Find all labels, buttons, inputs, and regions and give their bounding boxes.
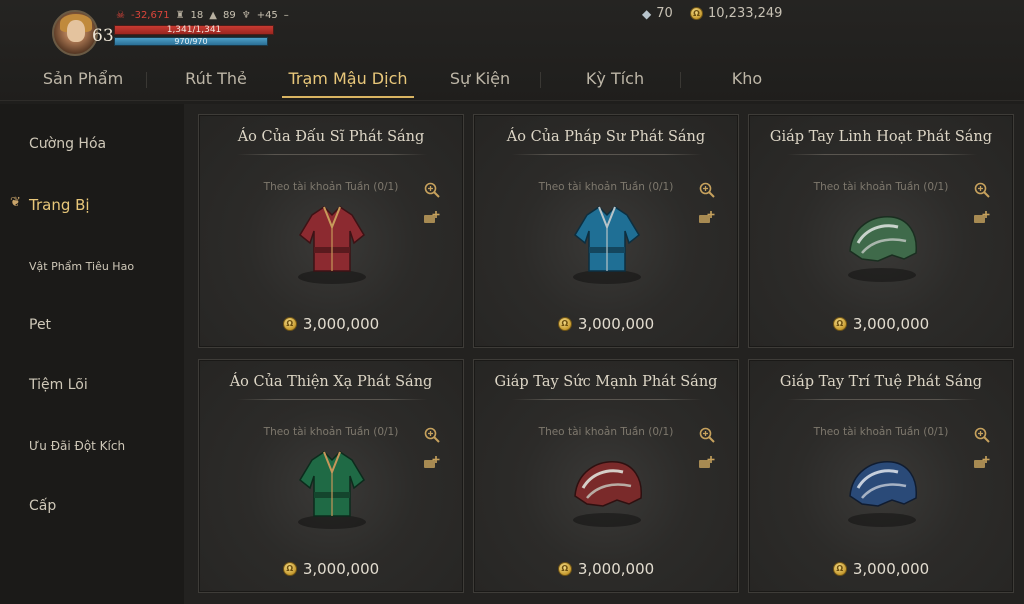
title-divider <box>787 399 977 400</box>
gold-coin-icon: Ω <box>557 317 572 331</box>
card-title: Áo Của Thiện Xạ Phát Sáng <box>229 374 433 390</box>
tab-events[interactable]: Sự Kiện <box>442 62 518 98</box>
red-gauntlet-icon <box>573 461 642 527</box>
zoom-icon[interactable] <box>698 426 716 444</box>
green-gauntlet-icon <box>848 216 917 282</box>
gold-counter: Ω 10,233,249 <box>690 6 782 21</box>
shop-card[interactable]: Áo Của Pháp Sư Phát Sáng Theo tài khoản … <box>473 114 739 348</box>
stat-b-value: 89 <box>222 9 236 21</box>
price: Ω 3,000,000 <box>474 560 738 578</box>
player-level: 63 <box>92 26 114 46</box>
card-title: Áo Của Pháp Sư Phát Sáng <box>506 129 706 145</box>
avatar-face <box>67 20 85 42</box>
player-stats: ☠ -32,671 ♜ 18 ▲ 89 ♆ +45 – <box>116 8 289 22</box>
gold-coin-icon: Ω <box>832 317 847 331</box>
card-title: Giáp Tay Sức Mạnh Phát Sáng <box>494 374 718 390</box>
tab-divider <box>680 72 681 88</box>
price: Ω 3,000,000 <box>749 560 1013 578</box>
zoom-icon[interactable] <box>423 426 441 444</box>
price: Ω 3,000,000 <box>749 315 1013 333</box>
price-value: 3,000,000 <box>302 560 380 578</box>
card-title: Áo Của Đấu Sĩ Phát Sáng <box>237 129 425 145</box>
compare-icon[interactable] <box>423 210 441 226</box>
compare-icon[interactable] <box>973 210 991 226</box>
sidebar-item-consumables[interactable]: Vật Phẩm Tiêu Hao <box>29 260 134 273</box>
tab-draw[interactable]: Rút Thẻ <box>176 62 256 98</box>
zoom-icon[interactable] <box>698 181 716 199</box>
category-sidebar: Cường Hóa ❦ Trang Bị Vật Phẩm Tiêu Hao P… <box>0 104 184 604</box>
sidebar-item-equipment[interactable]: Trang Bị <box>29 196 90 214</box>
price-value: 3,000,000 <box>577 315 655 333</box>
top-bar: 63 ☠ -32,671 ♜ 18 ▲ 89 ♆ +45 – 1,341/1,3… <box>0 0 1024 104</box>
price: Ω 3,000,000 <box>199 560 463 578</box>
tab-achievements[interactable]: Kỳ Tích <box>578 62 652 98</box>
zoom-icon[interactable] <box>973 181 991 199</box>
compare-icon[interactable] <box>973 455 991 471</box>
price: Ω 3,000,000 <box>474 315 738 333</box>
sidebar-item-enhance[interactable]: Cường Hóa <box>29 136 106 152</box>
gold-coin-icon: Ω <box>557 562 572 576</box>
sidebar-item-pet[interactable]: Pet <box>29 317 51 333</box>
shop-card[interactable]: Giáp Tay Linh Hoạt Phát Sáng Theo tài kh… <box>748 114 1014 348</box>
main-tabs: Sản Phẩm Rút Thẻ Trạm Mậu Dịch Sự Kiện K… <box>0 62 1024 98</box>
green-robe-icon <box>298 451 366 529</box>
gem-value: 70 <box>656 6 673 21</box>
mp-bar: 970/970 <box>114 37 268 46</box>
tab-divider <box>146 72 147 88</box>
power-value: -32,671 <box>130 9 170 21</box>
header-divider <box>0 100 1024 101</box>
tab-divider <box>540 72 541 88</box>
tab-storage[interactable]: Kho <box>724 62 770 98</box>
title-divider <box>237 399 427 400</box>
title-divider <box>512 154 702 155</box>
title-divider <box>237 154 427 155</box>
red-robe-icon <box>298 206 366 284</box>
hp-bar: 1,341/1,341 <box>114 25 274 35</box>
gem-icon: ◆ <box>642 6 652 21</box>
power-icon: ☠ <box>116 9 125 21</box>
shop-card[interactable]: Áo Của Thiện Xạ Phát Sáng Theo tài khoản… <box>198 359 464 593</box>
trophy-icon: ♆ <box>241 9 251 21</box>
title-divider <box>512 399 702 400</box>
gold-coin-icon: Ω <box>690 7 703 20</box>
blue-gauntlet-icon <box>848 461 917 527</box>
compare-icon[interactable] <box>423 455 441 471</box>
compare-icon[interactable] <box>698 210 716 226</box>
shop-card[interactable]: Áo Của Đấu Sĩ Phát Sáng Theo tài khoản T… <box>198 114 464 348</box>
gold-coin-icon: Ω <box>832 562 847 576</box>
sidebar-item-level[interactable]: Cấp <box>29 498 56 514</box>
sidebar-item-core-shop[interactable]: Tiệm Lõi <box>29 377 88 393</box>
tab-products[interactable]: Sản Phẩm <box>36 62 130 98</box>
gem-counter: ◆ 70 <box>642 6 673 21</box>
shop-card[interactable]: Giáp Tay Sức Mạnh Phát Sáng Theo tài kho… <box>473 359 739 593</box>
castle-icon: ♜ <box>175 9 185 21</box>
stat-c-value: +45 <box>256 9 278 21</box>
zoom-icon[interactable] <box>973 426 991 444</box>
sidebar-item-raid-offers[interactable]: Ưu Đãi Đột Kích <box>29 439 125 453</box>
price-value: 3,000,000 <box>852 560 930 578</box>
title-divider <box>787 154 977 155</box>
stat-c-dash: – <box>283 9 289 21</box>
gold-value: 10,233,249 <box>708 6 783 21</box>
active-marker-icon: ❦ <box>10 195 21 210</box>
price-value: 3,000,000 <box>577 560 655 578</box>
card-title: Giáp Tay Trí Tuệ Phát Sáng <box>779 374 983 390</box>
card-title: Giáp Tay Linh Hoạt Phát Sáng <box>769 129 993 145</box>
price-value: 3,000,000 <box>302 315 380 333</box>
gold-coin-icon: Ω <box>282 317 297 331</box>
price: Ω 3,000,000 <box>199 315 463 333</box>
zoom-icon[interactable] <box>423 181 441 199</box>
price-value: 3,000,000 <box>852 315 930 333</box>
item-grid: Áo Của Đấu Sĩ Phát Sáng Theo tài khoản T… <box>184 104 1024 604</box>
shop-card[interactable]: Giáp Tay Trí Tuệ Phát Sáng Theo tài khoả… <box>748 359 1014 593</box>
compare-icon[interactable] <box>698 455 716 471</box>
hat-icon: ▲ <box>209 9 217 21</box>
stat-a-value: 18 <box>190 9 204 21</box>
gold-coin-icon: Ω <box>282 562 297 576</box>
tab-trading-post[interactable]: Trạm Mậu Dịch <box>282 62 414 98</box>
blue-robe-icon <box>573 206 641 284</box>
